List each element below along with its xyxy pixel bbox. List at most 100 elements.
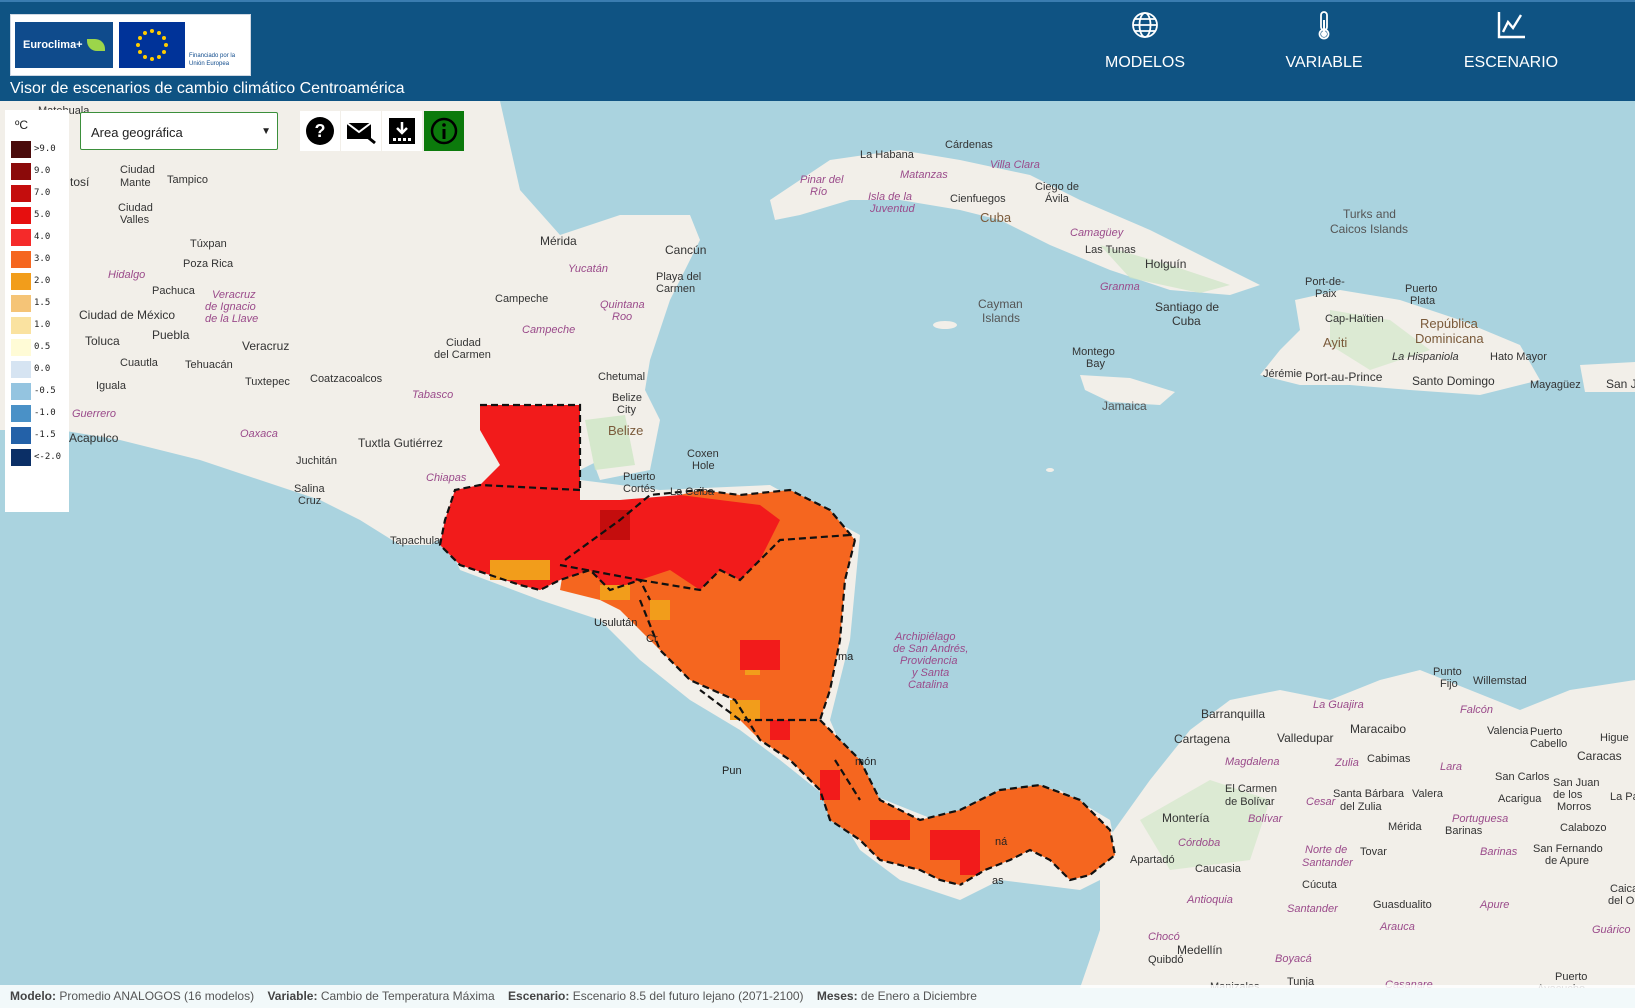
svg-text:Mérida: Mérida	[1388, 821, 1423, 833]
legend-label: 1.0	[34, 320, 51, 330]
svg-text:Chocó: Chocó	[1148, 931, 1180, 943]
svg-text:Cuautla: Cuautla	[120, 357, 159, 369]
svg-text:Plata: Plata	[1410, 295, 1436, 307]
legend-item: 3.0	[11, 248, 69, 270]
svg-text:City: City	[617, 404, 636, 416]
email-button[interactable]	[341, 111, 381, 151]
svg-text:Willemstad: Willemstad	[1473, 675, 1527, 687]
info-button[interactable]	[424, 111, 464, 151]
svg-text:Belize: Belize	[608, 423, 643, 438]
svg-text:La Guajira: La Guajira	[1313, 699, 1364, 711]
legend-item: 1.5	[11, 292, 69, 314]
svg-text:Belize: Belize	[612, 392, 642, 404]
help-button[interactable]: ?	[300, 111, 340, 151]
svg-text:Puebla: Puebla	[152, 328, 190, 342]
svg-text:Apure: Apure	[1479, 899, 1509, 911]
variable-value: Cambio de Temperatura Máxima	[320, 989, 495, 1003]
svg-text:Dominicana: Dominicana	[1415, 331, 1484, 346]
svg-text:Calabozo: Calabozo	[1560, 822, 1606, 834]
svg-text:Cruz: Cruz	[298, 495, 321, 507]
svg-text:San Fernando: San Fernando	[1533, 843, 1603, 855]
svg-text:Granma: Granma	[1100, 281, 1140, 293]
svg-text:Playa del: Playa del	[656, 271, 701, 283]
svg-text:del Ori: del Ori	[1608, 895, 1635, 907]
legend-swatch	[11, 184, 31, 202]
svg-text:Caucasia: Caucasia	[1195, 863, 1242, 875]
svg-text:Yucatán: Yucatán	[568, 263, 608, 275]
svg-text:Villa Clara: Villa Clara	[990, 159, 1040, 171]
svg-text:Túxpan: Túxpan	[190, 238, 227, 250]
svg-text:Puerto: Puerto	[623, 471, 655, 483]
geographic-area-select[interactable]: Area geográfica ▼	[80, 112, 278, 150]
svg-text:Las Tunas: Las Tunas	[1085, 244, 1136, 256]
svg-text:Santander: Santander	[1302, 857, 1354, 869]
app-header: Euroclima+ Financiado por la Unión Europ…	[0, 0, 1635, 101]
svg-text:Morros: Morros	[1557, 801, 1592, 813]
svg-text:Tapachula: Tapachula	[390, 535, 441, 547]
svg-text:La Hispaniola: La Hispaniola	[1392, 351, 1459, 363]
svg-text:Archipiélago: Archipiélago	[894, 631, 956, 643]
status-bar: Modelo: Promedio ANALOGOS (16 modelos) V…	[0, 985, 1635, 1008]
svg-text:Barinas: Barinas	[1445, 825, 1483, 837]
svg-text:Tehuacán: Tehuacán	[185, 359, 233, 371]
svg-text:Montego: Montego	[1072, 346, 1115, 358]
svg-text:Ávila: Ávila	[1045, 192, 1070, 205]
svg-text:Catalina: Catalina	[908, 679, 948, 691]
svg-text:Apartadó: Apartadó	[1130, 854, 1175, 866]
svg-text:Iguala: Iguala	[96, 380, 127, 392]
svg-text:Falcón: Falcón	[1460, 704, 1493, 716]
svg-text:Portuguesa: Portuguesa	[1452, 813, 1508, 825]
legend-item: 0.0	[11, 358, 69, 380]
svg-text:Paix: Paix	[1315, 288, 1337, 300]
svg-text:Magdalena: Magdalena	[1225, 756, 1279, 768]
eu-flag-icon	[119, 22, 185, 68]
svg-text:Arauca: Arauca	[1379, 921, 1415, 933]
svg-text:Tampico: Tampico	[167, 174, 208, 186]
svg-text:Cúcuta: Cúcuta	[1302, 879, 1338, 891]
svg-text:Campeche: Campeche	[495, 293, 548, 305]
nav-modelos[interactable]: MODELOS	[1085, 10, 1205, 72]
model-label: Modelo:	[10, 989, 56, 1003]
svg-text:de la Llave: de la Llave	[205, 313, 258, 325]
svg-text:Jérémie: Jérémie	[1263, 368, 1302, 380]
svg-text:Córdoba: Córdoba	[1178, 837, 1220, 849]
svg-text:Punto: Punto	[1433, 666, 1462, 678]
svg-text:La Habana: La Habana	[860, 149, 915, 161]
legend-label: 1.5	[34, 298, 51, 308]
svg-text:Tuxtla Gutiérrez: Tuxtla Gutiérrez	[358, 436, 443, 450]
legend-unit: ºC	[15, 118, 29, 132]
legend-label: 3.0	[34, 254, 51, 264]
svg-text:Cayman: Cayman	[978, 297, 1023, 311]
svg-text:Hidalgo: Hidalgo	[108, 269, 145, 281]
svg-text:del Carmen: del Carmen	[434, 349, 491, 361]
svg-text:San Carlos: San Carlos	[1495, 771, 1550, 783]
svg-text:Hato Mayor: Hato Mayor	[1490, 351, 1547, 363]
svg-text:Barinas: Barinas	[1480, 846, 1518, 858]
svg-text:Cabello: Cabello	[1530, 738, 1567, 750]
svg-text:San J: San J	[1606, 377, 1635, 391]
map-canvas[interactable]: La Habana Cárdenas Villa Clara Matanzas …	[0, 101, 1635, 988]
svg-text:Jamaica: Jamaica	[1102, 399, 1147, 413]
nav-escenario[interactable]: ESCENARIO	[1451, 10, 1571, 72]
svg-text:Cabimas: Cabimas	[1367, 753, 1411, 765]
svg-text:Camagüey: Camagüey	[1070, 227, 1125, 239]
svg-text:Guasdualito: Guasdualito	[1373, 899, 1432, 911]
svg-text:Isla de la: Isla de la	[868, 191, 912, 203]
svg-text:Caracas: Caracas	[1577, 749, 1622, 763]
svg-text:Coxen: Coxen	[687, 448, 719, 460]
svg-text:La Ceiba: La Ceiba	[670, 486, 715, 498]
svg-text:Boyacá: Boyacá	[1275, 953, 1312, 965]
svg-text:?: ?	[315, 121, 326, 141]
svg-text:Poza Rica: Poza Rica	[183, 258, 234, 270]
legend-swatch	[11, 360, 31, 378]
legend-label: 2.0	[34, 276, 51, 286]
svg-text:de Ignacio: de Ignacio	[205, 301, 256, 313]
nav-variable[interactable]: VARIABLE	[1264, 10, 1384, 72]
legend-swatch	[11, 228, 31, 246]
svg-text:Tabasco: Tabasco	[412, 389, 453, 401]
months-label: Meses:	[816, 989, 858, 1003]
download-button[interactable]	[382, 111, 422, 151]
euroclima-logo: Euroclima+	[15, 22, 113, 68]
svg-text:de los: de los	[1553, 789, 1583, 801]
nav-escenario-label: ESCENARIO	[1463, 54, 1559, 71]
